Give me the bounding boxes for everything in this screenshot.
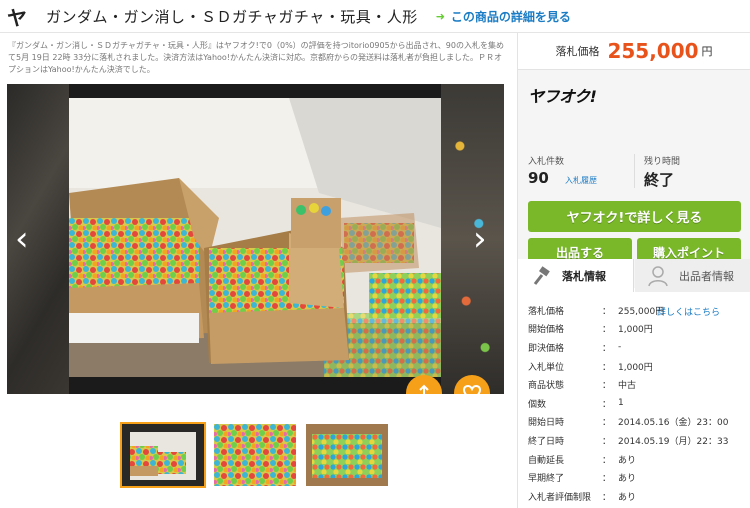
tab-seller-info[interactable]: 出品者情報 (635, 259, 750, 292)
tab-seller-info-label: 出品者情報 (679, 269, 734, 283)
info-row-value: あり (618, 455, 637, 466)
main-photo-image (69, 98, 441, 377)
info-row-colon: ： (602, 362, 612, 373)
auction-actions: ヤフオク! 入札件数 90 入札履歴 残り時間 終了 ヤフオク!で詳しく見る 出… (518, 70, 750, 318)
info-row-key: 即決価格 (528, 343, 565, 354)
info-row-colon: ： (602, 474, 612, 485)
info-row: 即決価格 ： - (528, 338, 748, 357)
info-row: 入札単位 ： 1,000円 (528, 357, 748, 376)
image-viewer[interactable]: ‹ › (7, 84, 504, 394)
item-description: 『ガンダム・ガン消し・ＳＤガチャガチャ・玩具・人形』はヤフオク!で0（0%）の評… (8, 41, 504, 74)
bid-count-label: 入札件数 (528, 157, 565, 167)
info-row: 開始日時 ： 2014.05.16（金）23：00 (528, 413, 748, 432)
gavel-icon (530, 265, 552, 287)
time-left-label: 残り時間 (644, 157, 681, 167)
yahoo-auction-logo-icon[interactable]: ヤ (2, 1, 32, 31)
main-photo (69, 98, 441, 377)
info-row-colon: ： (602, 455, 612, 466)
info-row-key: 自動延長 (528, 455, 565, 466)
info-row-colon: ： (602, 492, 612, 503)
info-row-key: 個数 (528, 399, 547, 410)
info-row-colon: ： (602, 343, 612, 354)
info-row: 個数 ： 1 (528, 394, 748, 413)
info-row: 落札価格 ： 255,000円 (528, 301, 748, 320)
bid-history-link[interactable]: 入札履歴 (565, 175, 597, 186)
info-row-value: 1,000円 (618, 362, 653, 373)
share-icon (419, 384, 429, 394)
info-row-colon: ： (602, 399, 612, 410)
stats-divider (634, 154, 635, 188)
price-value: 255,000 (607, 39, 699, 63)
info-row-value: 2014.05.16（金）23：00 (618, 418, 729, 429)
info-row-colon: ： (602, 381, 612, 392)
info-row-colon: ： (602, 436, 612, 447)
price-label: 落札価格 (555, 45, 600, 58)
time-left-value: 終了 (644, 171, 675, 189)
info-row-key: 開始日時 (528, 418, 565, 429)
tab-bid-info[interactable]: 落札情報 (518, 259, 634, 292)
info-tabs: 落札情報 出品者情報 (518, 259, 750, 292)
info-row: 商品状態 ： 中古 (528, 375, 748, 394)
info-row-key: 落札価格 (528, 306, 565, 317)
info-row-colon: ： (602, 325, 612, 336)
info-row: 入札者評価制限 ： あり (528, 487, 748, 506)
info-row-colon: ： (602, 418, 612, 429)
final-price-box: 落札価格 255,000 円 (518, 33, 750, 70)
info-row-value: 1,000円 (618, 325, 653, 336)
thumbnail-image (122, 424, 204, 486)
info-row-value: あり (618, 474, 637, 485)
thumbnail-image (306, 424, 388, 486)
auction-summary-panel: 落札価格 255,000 円 ヤフオク! 入札件数 90 入札履歴 残り時間 終… (517, 33, 750, 508)
view-on-yahuoku-button[interactable]: ヤフオク!で詳しく見る (528, 201, 741, 232)
info-row: 開始価格 ： 1,000円 (528, 320, 748, 339)
person-icon (647, 265, 669, 287)
info-row-value: 255,000円 (618, 306, 665, 317)
info-row-key: 早期終了 (528, 474, 565, 485)
arrow-right-icon: ➜ (435, 9, 445, 23)
item-detail-link-label: この商品の詳細を見る (450, 9, 571, 24)
item-detail-link[interactable]: ➜ この商品の詳細を見る (436, 8, 571, 25)
info-row-value: あり (618, 492, 637, 503)
info-row-value: 2014.05.19（月）22：33 (618, 436, 729, 447)
bid-count-value: 90 (528, 169, 549, 187)
info-row: 自動延長 ： あり (528, 450, 748, 469)
price-unit: 円 (701, 45, 713, 58)
info-row-value: - (618, 342, 622, 353)
info-row-key: 商品状態 (528, 381, 565, 392)
info-row-key: 入札単位 (528, 362, 565, 373)
page-header: ヤ ガンダム・ガン消し・ＳＤガチャガチャ・玩具・人形 ➜ この商品の詳細を見る (0, 0, 750, 33)
info-row-value: 1 (618, 398, 624, 409)
next-image-arrow-icon[interactable]: › (473, 222, 487, 256)
prev-image-arrow-icon[interactable]: ‹ (15, 222, 29, 256)
info-row-colon: ： (602, 306, 612, 317)
info-row-value: 中古 (618, 381, 637, 392)
info-row-key: 終了日時 (528, 436, 565, 447)
heart-icon (462, 384, 482, 394)
tab-bid-info-label: 落札情報 (562, 269, 606, 283)
thumbnail-2[interactable] (214, 424, 296, 486)
bid-info-list: 落札価格： 255,000円 開始価格： 1,000円 即決価格： - 入札単位： 1,000… (528, 301, 748, 506)
info-row: 早期終了 ： あり (528, 468, 748, 487)
thumbnail-1[interactable] (120, 422, 206, 488)
yahuoku-brand-logo: ヤフオク! (528, 87, 597, 106)
thumbnail-3[interactable] (306, 424, 388, 486)
info-row-key: 開始価格 (528, 325, 565, 336)
share-button[interactable] (406, 375, 442, 394)
page-title: ガンダム・ガン消し・ＳＤガチャガチャ・玩具・人形 (46, 7, 418, 26)
info-row: 終了日時 ： 2014.05.19（月）22：33 (528, 431, 748, 450)
thumbnail-image (214, 424, 296, 486)
info-row-key: 入札者評価制限 (528, 492, 592, 503)
